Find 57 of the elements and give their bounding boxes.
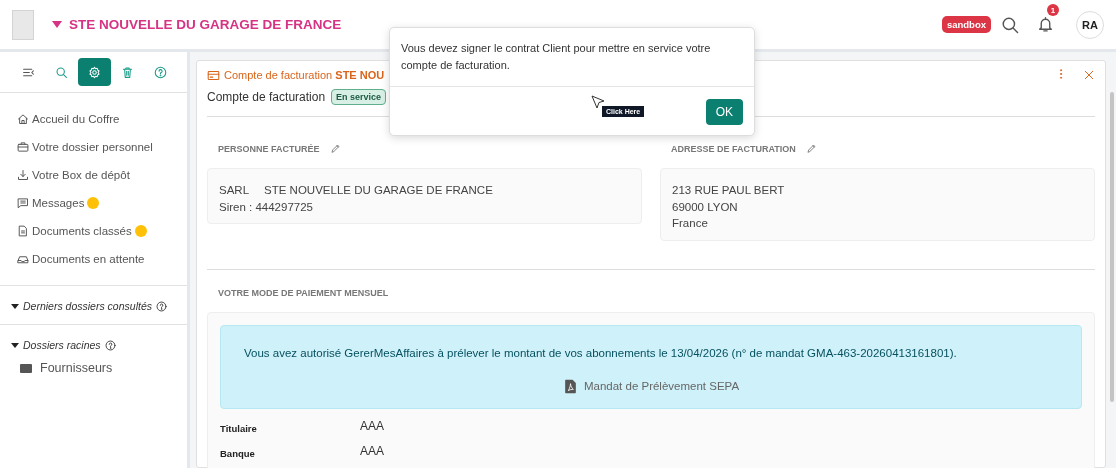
document-icon xyxy=(17,225,29,237)
panel-title: Compte de facturation STE NOU xyxy=(224,69,385,81)
siren-number: Siren : 444297725 xyxy=(219,199,314,215)
inbox-icon xyxy=(17,253,29,265)
sidebar-item[interactable]: Documents classés xyxy=(17,217,132,245)
trash-icon xyxy=(121,65,134,79)
field-label: Banque xyxy=(220,446,256,459)
close-icon xyxy=(1083,69,1095,81)
section-heading: ADRESSE DE FACTURATION xyxy=(671,143,796,154)
settings-icon xyxy=(88,65,101,79)
settings-button[interactable] xyxy=(78,58,111,86)
pdf-file-icon xyxy=(562,378,578,394)
legal-form: SARL xyxy=(219,183,250,198)
search-icon xyxy=(1001,15,1019,34)
field-value: AAA xyxy=(360,418,385,434)
sidebar-item[interactable]: Accueil du Coffre xyxy=(17,105,120,133)
sidebar-item[interactable]: Messages xyxy=(17,189,85,217)
building-icon xyxy=(12,9,34,40)
help-icon xyxy=(155,300,167,312)
card-icon xyxy=(207,68,220,82)
address-line: 69000 LYON xyxy=(672,199,739,215)
section-title[interactable]: Derniers dossiers consultés xyxy=(23,300,152,312)
home-icon xyxy=(17,113,29,125)
help-icon xyxy=(104,339,116,351)
account-label: Compte de facturation xyxy=(207,90,326,104)
expand-triangle-icon[interactable] xyxy=(11,342,19,348)
company-name: STE NOUVELLE DU GARAGE DE FRANCE xyxy=(264,183,493,198)
address-line: 213 RUE PAUL BERT xyxy=(672,183,786,198)
briefcase-icon xyxy=(17,141,29,153)
sidebar-item[interactable]: Votre Box de dépôt xyxy=(17,161,130,189)
section-heading: PERSONNE FACTURÉE xyxy=(218,143,320,154)
folder-item[interactable]: Fournisseurs xyxy=(40,361,113,375)
sidebar-item[interactable]: Votre dossier personnel xyxy=(17,133,153,161)
mandate-link[interactable]: Mandat de Prélèvement SEPA xyxy=(583,380,740,392)
company-selector[interactable]: STE NOUVELLE DU GARAGE DE FRANCE xyxy=(52,17,342,32)
cursor-icon xyxy=(591,95,605,109)
help-icon xyxy=(154,65,167,79)
dialog-message: Vous devez signer le contrat Client pour mettre en service votre compte de facturation. xyxy=(390,28,754,87)
sidebar-item[interactable]: Documents en attente xyxy=(17,245,145,273)
status-badge: En service xyxy=(331,89,387,105)
field-label: Titulaire xyxy=(220,421,258,434)
download-icon xyxy=(17,169,29,181)
address-line: France xyxy=(672,216,709,231)
edit-icon xyxy=(329,143,341,154)
bell-icon xyxy=(1037,16,1054,33)
field-value: AAA xyxy=(360,443,385,459)
environment-badge: sandbox xyxy=(941,16,991,33)
notice-text: Vous avez autorisé GererMesAffaires à prélever le montant de vos abonnements le 13/04/2026 (n° de mandat GMA-463-20260413161801). xyxy=(244,346,958,359)
folder-icon xyxy=(20,363,32,373)
expand-triangle-icon[interactable] xyxy=(11,303,19,309)
message-icon xyxy=(17,197,29,209)
section-heading: VOTRE MODE DE PAIEMENT MENSUEL xyxy=(218,287,389,298)
notification-count: 1 xyxy=(1047,4,1059,16)
ok-button[interactable]: OK xyxy=(705,99,743,125)
section-title[interactable]: Dossiers racines xyxy=(23,339,101,351)
search-icon xyxy=(55,65,68,79)
edit-icon xyxy=(805,143,817,154)
